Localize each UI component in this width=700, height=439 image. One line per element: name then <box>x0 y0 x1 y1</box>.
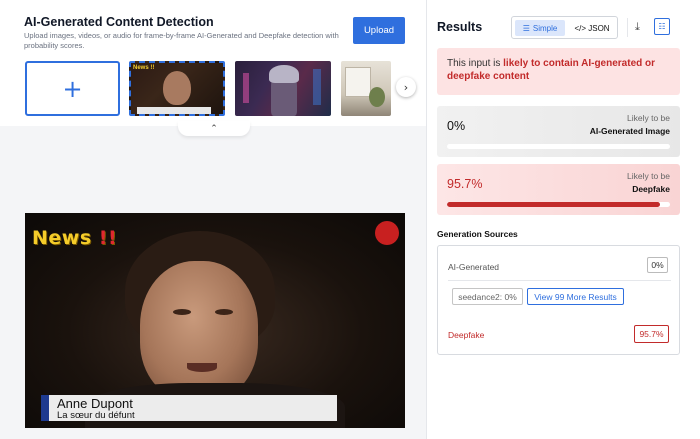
chevron-right-icon[interactable]: › <box>396 77 416 97</box>
ai-generated-percent: 0% <box>447 119 466 133</box>
results-title: Results <box>437 20 483 34</box>
gen-ai-percent-badge: 0% <box>647 257 668 273</box>
ai-generated-label: AI-Generated Image <box>589 126 670 136</box>
deepfake-card: 95.7% Likely to be Deepfake <box>437 164 680 215</box>
page-title: AI-Generated Content Detection <box>24 15 214 29</box>
thumbnail-window <box>345 67 371 97</box>
download-icon[interactable]: ⤓ <box>635 20 640 34</box>
plus-icon: + <box>62 74 83 103</box>
lower-third-caption: Anne Dupont La sœur du défunt <box>41 395 337 421</box>
deepfake-source-label: Deepfake <box>448 330 485 340</box>
thumbnail-neon-portrait[interactable] <box>235 61 331 116</box>
thumbnail-hair <box>269 65 299 83</box>
deepfake-likely-label: Likely to be <box>627 171 670 181</box>
left-panel: AI-Generated Content Detection Upload im… <box>0 0 426 439</box>
video-subject-mouth <box>187 363 217 372</box>
thumbnail-plant <box>369 87 385 107</box>
results-panel: Results ☰ Simple </> JSON ⤓ ☷ This input… <box>426 0 700 439</box>
upload-button[interactable]: Upload <box>353 17 405 44</box>
chevron-up-icon: ⌃ <box>210 123 218 134</box>
thumbnail-news-video[interactable]: News !! <box>129 61 225 116</box>
collapse-toggle[interactable]: ⌃ <box>178 121 250 136</box>
view-toggle: ☰ Simple </> JSON <box>511 16 618 39</box>
thumbnail-caption-bar <box>137 107 211 114</box>
view-more-results-button[interactable]: View 99 More Results <box>527 288 624 305</box>
deepfake-label: Deepfake <box>632 184 670 194</box>
caption-name: Anne Dupont <box>57 396 133 411</box>
thumbnail-interior-room[interactable] <box>341 61 391 116</box>
deepfake-progress-track <box>447 202 670 207</box>
deepfake-progress-fill <box>447 202 661 207</box>
upload-area: AI-Generated Content Detection Upload im… <box>0 0 426 126</box>
ai-progress-track <box>447 144 670 149</box>
tab-simple[interactable]: ☰ Simple <box>515 20 565 36</box>
generation-sources-box: AI-Generated 0% seedance2: 0% View 99 Mo… <box>437 245 680 355</box>
detection-alert: This input is likely to contain AI-gener… <box>437 48 680 95</box>
thumbnail-neon-light <box>313 69 321 105</box>
page-subtitle: Upload images, videos, or audio for fram… <box>24 31 339 50</box>
ai-generated-card: 0% Likely to be AI-Generated Image <box>437 106 680 157</box>
gen-divider <box>448 280 671 281</box>
deepfake-source-badge: 95.7% <box>634 325 669 343</box>
gen-ai-label: AI-Generated <box>448 262 500 272</box>
thumbnail-news-text: News !! <box>133 65 155 71</box>
channel-badge-icon <box>375 221 399 245</box>
generation-sources-title: Generation Sources <box>437 229 518 239</box>
layout-icon[interactable]: ☷ <box>654 18 670 35</box>
list-icon: ☰ <box>522 23 530 33</box>
video-subject-face <box>140 261 258 401</box>
tab-json[interactable]: </> JSON <box>567 20 617 36</box>
thumbnail-neon-light <box>243 73 249 103</box>
toolbar-divider <box>627 18 628 37</box>
deepfake-percent: 95.7% <box>447 177 483 191</box>
thumbnail-face <box>163 71 191 105</box>
ai-likely-label: Likely to be <box>627 113 670 123</box>
seed-source-badge: seedance2: 0% <box>452 288 523 305</box>
news-logo: News !! <box>32 227 118 249</box>
video-subject-eye <box>215 309 233 315</box>
video-player[interactable]: News !! Anne Dupont La sœur du défunt <box>25 213 405 428</box>
add-file-button[interactable]: + <box>25 61 120 116</box>
video-subject-eye <box>173 309 191 315</box>
caption-subtitle: La sœur du défunt <box>57 410 135 421</box>
